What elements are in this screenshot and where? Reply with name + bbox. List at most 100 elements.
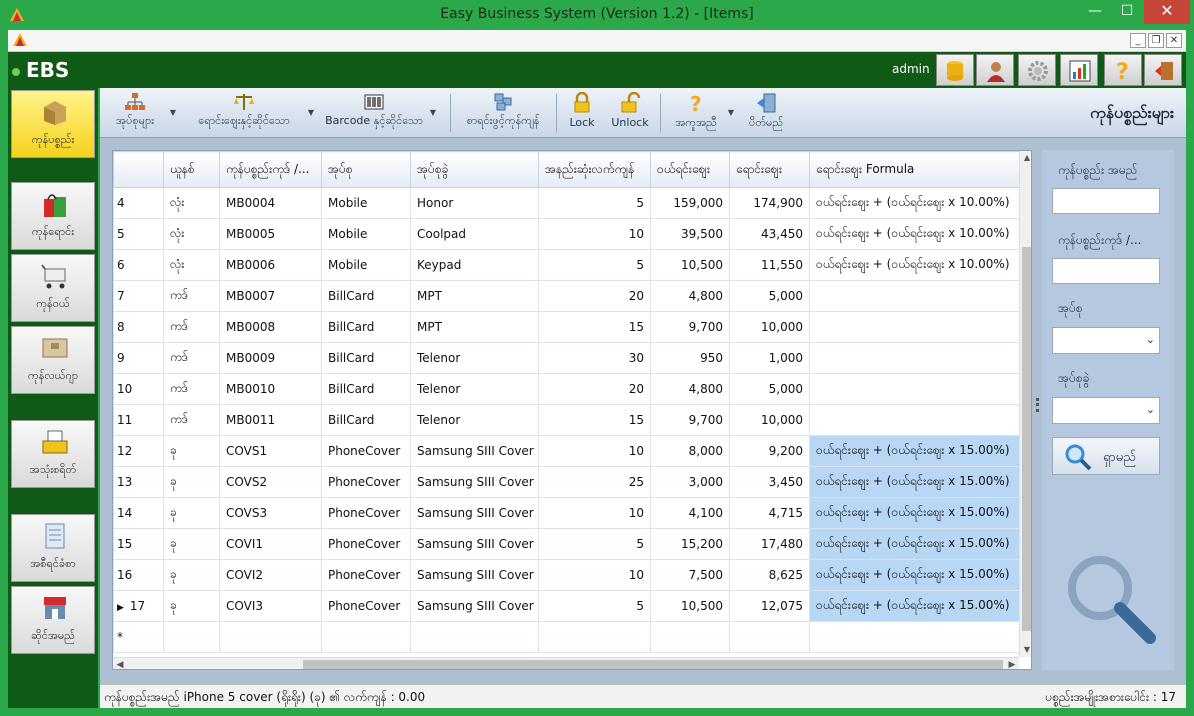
table-row[interactable]: 12 ခု COVS1 PhoneCover Samsung SIII Cover 10 8… xyxy=(113,435,1020,467)
cell-buy[interactable]: 950 xyxy=(650,342,730,374)
cell-sell[interactable]: 10,000 xyxy=(729,404,810,436)
cell-unit[interactable]: ခု xyxy=(163,497,220,529)
sale-price-button[interactable]: ရောင်းဈေးနှင့်ဆိုင်သော ▼ xyxy=(182,92,314,134)
cell-code[interactable]: COVI2 xyxy=(219,559,322,591)
cell-unit[interactable]: ကဒ် xyxy=(163,373,220,405)
cell-buy[interactable]: 39,500 xyxy=(650,218,730,250)
settings-button[interactable] xyxy=(1018,54,1056,86)
cell-code[interactable]: MB0010 xyxy=(219,373,322,405)
cell-sub[interactable]: Keypad xyxy=(410,249,539,281)
cell-group[interactable]: PhoneCover xyxy=(321,435,411,467)
cell-unit[interactable]: ခု xyxy=(163,559,220,591)
cell-group[interactable]: PhoneCover xyxy=(321,590,411,622)
table-row[interactable]: 6 လုံး MB0006 Mobile Keypad 5 10,500 11,550 ဝယ်ရ… xyxy=(113,249,1020,281)
cell-buy[interactable]: 3,000 xyxy=(650,466,730,498)
mdi-minimize-button[interactable]: _ xyxy=(1130,33,1146,48)
cell-formula[interactable]: ဝယ်ရင်းဈေး + (ဝယ်ရင်းဈေး x 10.00%) xyxy=(809,218,1020,250)
row-header-cell[interactable]: 12 xyxy=(113,435,164,467)
cell-code[interactable]: MB0009 xyxy=(219,342,322,374)
column-header-sell-price[interactable]: ရောင်းဈေး xyxy=(729,151,810,188)
mdi-restore-button[interactable]: ❐ xyxy=(1148,33,1164,48)
cell-sub[interactable]: Samsung SIII Cover xyxy=(410,528,539,560)
cell-unit[interactable]: ခု xyxy=(163,590,220,622)
cell-buy[interactable]: 9,700 xyxy=(650,311,730,343)
cell-sell[interactable]: 174,900 xyxy=(729,187,810,219)
table-row[interactable]: 8 ကဒ် MB0008 BillCard MPT 15 9,700 10,000 xyxy=(113,311,1020,343)
search-code-input[interactable] xyxy=(1052,258,1160,284)
table-row[interactable]: 4 လုံး MB0004 Mobile Honor 5 159,000 174,900 ဝယ်… xyxy=(113,187,1020,219)
close-button[interactable]: ✕ xyxy=(1144,0,1190,24)
cell-sub[interactable]: MPT xyxy=(410,280,539,312)
cell-sub[interactable]: Telenor xyxy=(410,342,539,374)
cell-unit[interactable]: လုံး xyxy=(163,249,220,281)
cell-sell[interactable]: 10,000 xyxy=(729,311,810,343)
new-row-cell[interactable] xyxy=(809,621,1020,653)
horizontal-scrollbar[interactable]: ◀ ▶ xyxy=(113,657,1019,669)
table-row[interactable]: 5 လုံး MB0005 Mobile Coolpad 10 39,500 43,450 ဝယ… xyxy=(113,218,1020,250)
database-button[interactable] xyxy=(936,54,974,86)
cell-code[interactable]: MB0008 xyxy=(219,311,322,343)
nav-item-shop[interactable]: ဆိုင်အမည် xyxy=(11,586,95,654)
table-row[interactable]: 10 ကဒ် MB0010 BillCard Telenor 20 4,800 5,000 xyxy=(113,373,1020,405)
minimize-button[interactable]: — xyxy=(1080,0,1110,24)
cell-formula[interactable]: ဝယ်ရင်းဈေး + (ဝယ်ရင်းဈေး x 15.00%) xyxy=(809,559,1020,591)
new-row-cell[interactable] xyxy=(410,621,539,653)
nav-item-items[interactable]: ကုန်ပစ္စည်း xyxy=(11,90,95,158)
chart-button[interactable] xyxy=(1060,54,1098,86)
new-row-cell[interactable] xyxy=(650,621,730,653)
cell-sub[interactable]: Samsung SIII Cover xyxy=(410,466,539,498)
cell-min[interactable]: 5 xyxy=(538,187,651,219)
cell-sell[interactable]: 5,000 xyxy=(729,373,810,405)
barcode-button[interactable]: Barcode နှင့်ဆိုင်သော ▼ xyxy=(320,92,436,134)
user-button[interactable] xyxy=(976,54,1014,86)
cell-min[interactable]: 15 xyxy=(538,404,651,436)
cell-code[interactable]: COVS2 xyxy=(219,466,322,498)
row-header-cell[interactable]: 14 xyxy=(113,497,164,529)
cell-sell[interactable]: 4,715 xyxy=(729,497,810,529)
cell-buy[interactable]: 9,700 xyxy=(650,404,730,436)
exit-button[interactable] xyxy=(1144,54,1182,86)
table-row[interactable]: 14 ခု COVS3 PhoneCover Samsung SIII Cover 10 4… xyxy=(113,497,1020,529)
cell-sell[interactable]: 43,450 xyxy=(729,218,810,250)
opening-stock-button[interactable]: စာရင်းဖွင့်ကုန်ကျန် xyxy=(456,92,550,134)
cell-group[interactable]: PhoneCover xyxy=(321,559,411,591)
mdi-close-button[interactable]: ✕ xyxy=(1166,33,1182,48)
new-row-cell[interactable] xyxy=(729,621,810,653)
cell-sub[interactable]: Telenor xyxy=(410,373,539,405)
table-row[interactable]: 11 ကဒ် MB0011 BillCard Telenor 15 9,700 10,000 xyxy=(113,404,1020,436)
splitter-handle[interactable] xyxy=(1036,398,1039,412)
row-header-cell[interactable]: 9 xyxy=(113,342,164,374)
cell-min[interactable]: 10 xyxy=(538,497,651,529)
cell-buy[interactable]: 4,100 xyxy=(650,497,730,529)
column-header-rowhead[interactable] xyxy=(113,151,164,188)
cell-min[interactable]: 10 xyxy=(538,559,651,591)
row-header-cell[interactable]: 6 xyxy=(113,249,164,281)
new-row-cell[interactable] xyxy=(538,621,651,653)
cell-buy[interactable]: 7,500 xyxy=(650,559,730,591)
cell-formula[interactable] xyxy=(809,311,1020,343)
cell-formula[interactable]: ဝယ်ရင်းဈေး + (ဝယ်ရင်းဈေး x 10.00%) xyxy=(809,249,1020,281)
cell-sell[interactable]: 3,450 xyxy=(729,466,810,498)
cell-buy[interactable]: 8,000 xyxy=(650,435,730,467)
cell-min[interactable]: 5 xyxy=(538,528,651,560)
table-row[interactable]: 13 ခု COVS2 PhoneCover Samsung SIII Cover 25 3… xyxy=(113,466,1020,498)
scroll-right-icon[interactable]: ▶ xyxy=(1005,658,1019,669)
cell-min[interactable]: 5 xyxy=(538,249,651,281)
table-row[interactable]: 15 ခု COVI1 PhoneCover Samsung SIII Cover 5 15… xyxy=(113,528,1020,560)
cell-sell[interactable]: 17,480 xyxy=(729,528,810,560)
cell-sell[interactable]: 12,075 xyxy=(729,590,810,622)
cell-group[interactable]: BillCard xyxy=(321,373,411,405)
cell-formula[interactable] xyxy=(809,404,1020,436)
cell-sub[interactable]: Telenor xyxy=(410,404,539,436)
new-row[interactable]: * xyxy=(113,621,1020,653)
cell-formula[interactable] xyxy=(809,280,1020,312)
cell-buy[interactable]: 159,000 xyxy=(650,187,730,219)
new-row-cell[interactable] xyxy=(321,621,411,653)
cell-min[interactable]: 5 xyxy=(538,590,651,622)
groups-button[interactable]: အုပ်စုများ ▼ xyxy=(102,92,176,134)
cell-code[interactable]: COVS3 xyxy=(219,497,322,529)
cell-formula[interactable]: ဝယ်ရင်းဈေး + (ဝယ်ရင်းဈေး x 15.00%) xyxy=(809,435,1020,467)
column-header-subgroup[interactable]: အုပ်စုခွဲ xyxy=(410,151,539,188)
column-header-formula[interactable]: ရောင်းဈေး Formula xyxy=(809,151,1020,188)
cell-group[interactable]: BillCard xyxy=(321,311,411,343)
